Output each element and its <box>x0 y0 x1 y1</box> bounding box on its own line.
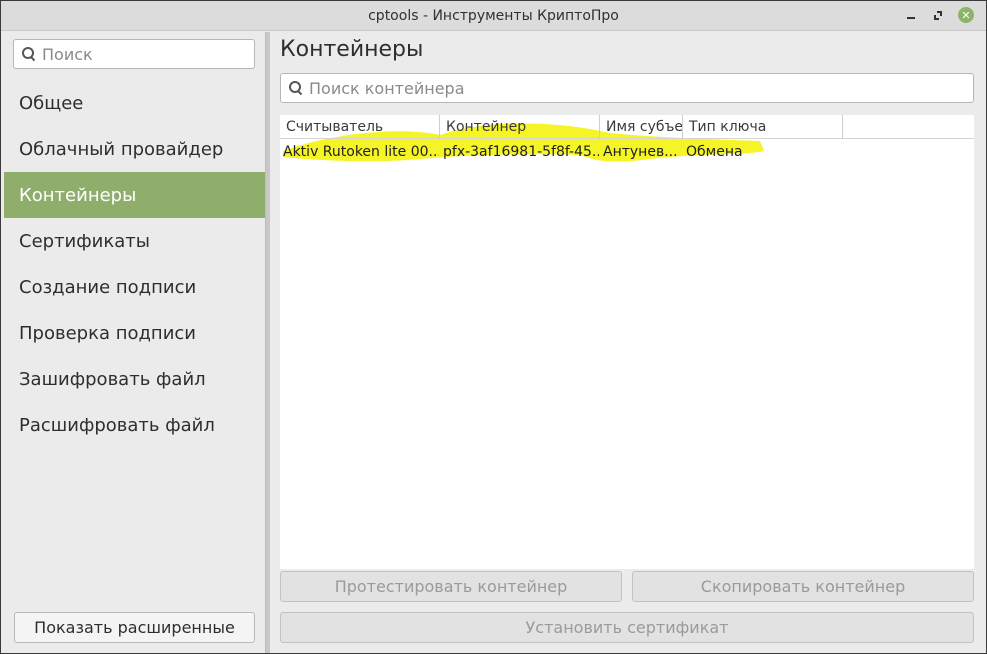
sidebar-search[interactable] <box>13 39 255 69</box>
sidebar-nav: Общее Облачный провайдер Контейнеры Серт… <box>4 80 265 448</box>
sidebar-item-decrypt-file[interactable]: Расшифровать файл <box>4 402 265 448</box>
cell-container: pfx-3af16981-5f8f-45... <box>443 144 599 160</box>
maximize-button[interactable] <box>930 7 946 23</box>
sidebar-item-encrypt-file[interactable]: Зашифровать файл <box>4 356 265 402</box>
search-icon <box>22 47 36 61</box>
column-header-container[interactable]: Контейнер <box>440 115 600 139</box>
window-title: cptools - Инструменты КриптоПро <box>368 8 619 24</box>
sidebar-item-containers[interactable]: Контейнеры <box>4 172 265 218</box>
copy-container-button[interactable]: Скопировать контейнер <box>632 571 974 602</box>
column-header-subject-name[interactable]: Имя субъекта <box>600 115 683 139</box>
cell-reader: Aktiv Rutoken lite 00... <box>283 144 439 160</box>
search-icon <box>289 81 303 95</box>
sidebar-item-create-signature[interactable]: Создание подписи <box>4 264 265 310</box>
maximize-icon <box>934 11 942 20</box>
sidebar-item-cloud-provider[interactable]: Облачный провайдер <box>4 126 265 172</box>
close-button[interactable]: ✕ <box>958 7 974 23</box>
close-icon: ✕ <box>961 8 971 22</box>
container-search[interactable] <box>280 73 974 103</box>
install-certificate-button[interactable]: Установить сертификат <box>280 612 974 643</box>
minimize-icon <box>907 17 915 19</box>
sidebar-search-input[interactable] <box>42 44 242 64</box>
minimize-button[interactable] <box>903 7 919 23</box>
sidebar-item-general[interactable]: Общее <box>4 80 265 126</box>
show-advanced-button[interactable]: Показать расширенные <box>14 612 255 643</box>
table-header: Считыватель Контейнер Имя субъекта Тип к… <box>280 115 974 139</box>
cell-subject-name: Антунев... <box>603 144 678 160</box>
sidebar-item-certificates[interactable]: Сертификаты <box>4 218 265 264</box>
title-bar: cptools - Инструменты КриптоПро ✕ <box>1 1 986 31</box>
column-header-reader[interactable]: Считыватель <box>280 115 440 139</box>
app-window: cptools - Инструменты КриптоПро ✕ Общее … <box>0 0 987 654</box>
column-header-key-type[interactable]: Тип ключа <box>683 115 843 139</box>
table-row[interactable]: Aktiv Rutoken lite 00... pfx-3af16981-5f… <box>280 139 974 165</box>
cell-key-type: Обмена <box>686 144 743 160</box>
main-panel: Контейнеры Считыватель Контейнер Имя суб… <box>270 32 986 653</box>
containers-table: Считыватель Контейнер Имя субъекта Тип к… <box>280 115 974 569</box>
page-title: Контейнеры <box>280 37 424 62</box>
test-container-button[interactable]: Протестировать контейнер <box>280 571 622 602</box>
sidebar-item-verify-signature[interactable]: Проверка подписи <box>4 310 265 356</box>
container-search-input[interactable] <box>309 78 949 98</box>
sidebar: Общее Облачный провайдер Контейнеры Серт… <box>1 32 265 653</box>
